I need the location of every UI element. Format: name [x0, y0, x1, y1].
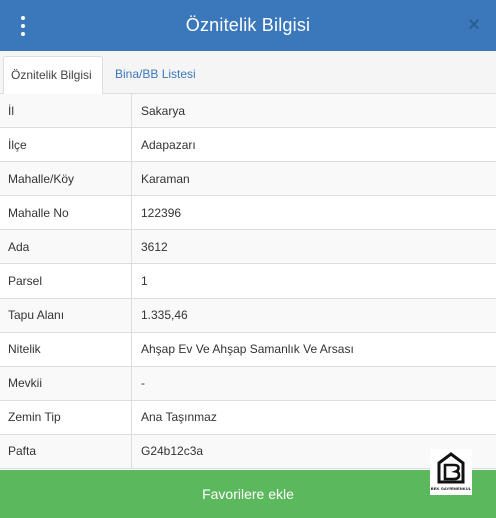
table-row: Pafta G24b12c3a: [0, 434, 496, 470]
attribute-table: İl Sakarya İlçe Adapazarı Mahalle/Köy Ka…: [0, 94, 496, 470]
table-row: Ada 3612: [0, 230, 496, 265]
table-row: Mahalle No 122396: [0, 196, 496, 231]
attribute-key: Zemin Tip: [0, 400, 132, 434]
tab-bina-bb-listesi[interactable]: Bina/BB Listesi: [108, 56, 203, 94]
attribute-key: Mahalle No: [0, 196, 132, 230]
table-row: Zemin Tip Ana Taşınmaz: [0, 400, 496, 435]
attribute-key: Ada: [0, 230, 132, 264]
table-row: Tapu Alanı 1.335,46: [0, 298, 496, 333]
table-row: Nitelik Ahşap Ev Ve Ahşap Samanlık Ve Ar…: [0, 332, 496, 367]
table-row: Mevkii -: [0, 366, 496, 401]
attribute-value: Adapazarı: [141, 137, 196, 152]
attribute-value: 1.335,46: [141, 308, 188, 323]
attribute-key: Nitelik: [0, 332, 132, 366]
table-row: Mahalle/Köy Karaman: [0, 162, 496, 197]
attribute-key: Mahalle/Köy: [0, 162, 132, 196]
logo-text: BEK GAYRİMENKUL: [430, 486, 472, 491]
vertical-dots-menu-icon[interactable]: [16, 16, 30, 36]
attribute-value: 1: [141, 274, 148, 289]
attribute-key: Parsel: [0, 264, 132, 298]
house-b-logo-icon: [437, 452, 465, 484]
attribute-key: Mevkii: [0, 366, 132, 400]
attribute-value: 3612: [141, 239, 168, 254]
table-row: İlçe Adapazarı: [0, 128, 496, 163]
attribute-value: -: [141, 376, 145, 391]
dialog-header: Öznitelik Bilgisi ×: [0, 0, 496, 51]
table-row: Parsel 1: [0, 264, 496, 299]
attribute-key: Pafta: [0, 434, 132, 469]
attribute-key: Tapu Alanı: [0, 298, 132, 332]
attribute-value: Ana Taşınmaz: [141, 410, 217, 425]
table-row: İl Sakarya: [0, 94, 496, 129]
tab-oznitelik-bilgisi[interactable]: Öznitelik Bilgisi: [3, 56, 103, 95]
attribute-value: Sakarya: [141, 103, 186, 118]
attribute-value: Karaman: [141, 171, 190, 186]
company-logo: BEK GAYRİMENKUL: [430, 449, 472, 495]
add-to-favorites-button[interactable]: Favorilere ekle: [0, 470, 496, 518]
attribute-key: İlçe: [0, 128, 132, 162]
dialog-title: Öznitelik Bilgisi: [185, 15, 311, 35]
attribute-key: İl: [0, 94, 132, 128]
attribute-value: 122396: [141, 205, 182, 220]
tab-bar: Öznitelik Bilgisi Bina/BB Listesi: [0, 51, 496, 95]
attribute-value: Ahşap Ev Ve Ahşap Samanlık Ve Arsası: [141, 342, 354, 357]
close-icon[interactable]: ×: [464, 13, 484, 37]
